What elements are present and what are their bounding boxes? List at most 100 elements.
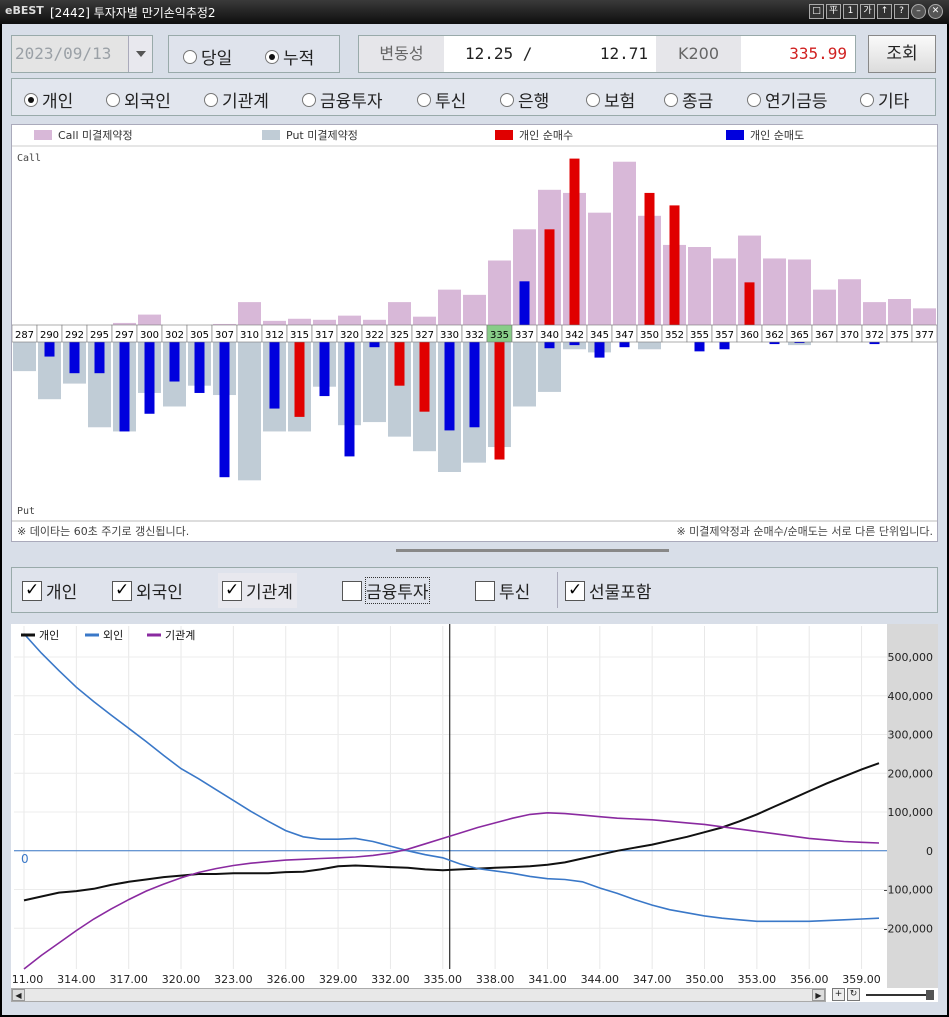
x-tick-label: 359.00 [842, 973, 881, 986]
help-icon[interactable]: ? [894, 4, 909, 19]
radio-wrapper [302, 92, 320, 107]
net-sell-bar [169, 342, 180, 382]
net-sell-bar [69, 342, 80, 374]
call-oi-bar [263, 320, 286, 325]
series-line [23, 811, 880, 970]
toggle-include-futures[interactable]: 선물포함 [565, 578, 652, 603]
y-tick-label: 500,000 [888, 651, 934, 664]
volatility-value: 12.25 / 12.71 [444, 36, 656, 72]
mode-radio-cumulative[interactable]: 누적 [265, 44, 314, 69]
oi-chart-svg: Call 미결제약정 Put 미결제약정 개인 순매수 개인 순매도 Call Put 28… [12, 128, 937, 522]
window-buttons: □ 平 1 가 ↑ ? – ✕ [809, 4, 943, 19]
chevron-down-icon[interactable] [128, 36, 152, 72]
radio-wrapper [106, 92, 124, 107]
put-oi-bar [13, 342, 36, 372]
strike-label: 290 [40, 330, 59, 341]
mode-radio-daily[interactable]: 당일 [183, 44, 232, 69]
y-tick-label: -100,000 [884, 884, 933, 897]
strike-label: 292 [65, 330, 84, 341]
call-oi-bar [363, 319, 386, 325]
investor-radio-0[interactable]: 개인 [24, 87, 73, 112]
investor-radio-1[interactable]: 외국인 [106, 87, 171, 112]
radio-selected-icon [265, 49, 279, 64]
x-tick-label: 353.00 [738, 973, 777, 986]
y-tick-label: 200,000 [888, 767, 934, 780]
call-oi-bar [438, 289, 461, 325]
zoom-in-icon[interactable]: + [832, 988, 845, 1001]
radio-wrapper [417, 92, 435, 107]
net-buy-bar [669, 205, 680, 325]
strike-label: 350 [640, 330, 659, 341]
oi-chart: Call 미결제약정 Put 미결제약정 개인 순매수 개인 순매도 Call Put 28… [11, 124, 938, 542]
net-buy-bar [544, 229, 555, 325]
net-sell-bar [194, 342, 205, 393]
net-sell-bar [869, 342, 880, 345]
strike-label: 342 [565, 330, 584, 341]
checkbox-checked-icon [112, 580, 132, 601]
call-oi-bar [338, 315, 361, 325]
legend-swatch [495, 130, 513, 140]
put-oi-bar [238, 342, 261, 481]
investor-radio-4[interactable]: 투신 [417, 87, 466, 112]
net-sell-bar [544, 342, 555, 349]
strike-label: 287 [15, 330, 34, 341]
volatility-label: 변동성 [359, 36, 444, 72]
restore-icon[interactable]: □ [809, 4, 824, 19]
legend-label: 기관계 [165, 629, 195, 642]
splitter-handle[interactable] [396, 549, 669, 552]
strike-label: 362 [765, 330, 784, 341]
net-sell-bar [619, 342, 630, 348]
y-tick-label: 0 [926, 845, 933, 858]
legend-swatch [34, 130, 52, 140]
investor-radio-7[interactable]: 종금 [664, 87, 713, 112]
x-tick-label: 350.00 [685, 973, 724, 986]
call-oi-bar [288, 318, 311, 325]
strike-label: 330 [440, 330, 459, 341]
x-tick-label: 347.00 [633, 973, 672, 986]
investor-radio-9[interactable]: 기타 [860, 87, 909, 112]
minimize-icon[interactable]: – [911, 4, 926, 19]
net-sell-bar [94, 342, 105, 374]
pin-icon[interactable]: 平 [826, 4, 841, 19]
zoom-slider[interactable] [866, 994, 932, 996]
x-tick-label: 344.00 [581, 973, 620, 986]
investor-radio-3[interactable]: 금융투자 [302, 87, 383, 112]
checkbox-icon [342, 580, 362, 601]
toggle-financial-investment[interactable]: 금융투자 [342, 577, 430, 604]
investor-radio-2[interactable]: 기관계 [204, 87, 269, 112]
zoom-reset-icon[interactable]: ↻ [847, 988, 860, 1001]
query-button[interactable]: 조회 [868, 35, 936, 73]
investor-radio-8[interactable]: 연기금등 [747, 87, 828, 112]
refresh-note: ※ 데이타는 60초 주기로 갱신됩니다. [17, 525, 190, 538]
toggle-individual[interactable]: 개인 [22, 578, 77, 603]
investor-radio-label: 은행 [518, 92, 550, 112]
link-number-icon[interactable]: 1 [843, 4, 858, 19]
x-tick-label: 341.00 [528, 973, 567, 986]
toggle-institution[interactable]: 기관계 [218, 573, 297, 608]
font-size-icon[interactable]: 가 [860, 4, 875, 19]
investor-radio-6[interactable]: 보험 [586, 87, 635, 112]
call-oi-bar [888, 299, 911, 325]
x-tick-label: 329.00 [319, 973, 358, 986]
call-oi-bar [238, 302, 261, 325]
toggle-investment-trust[interactable]: 투신 [475, 578, 530, 603]
zoom-slider-thumb[interactable] [926, 990, 934, 1000]
investor-radio-5[interactable]: 은행 [500, 87, 549, 112]
horizontal-scrollbar[interactable]: ◀ ▶ [11, 988, 826, 1002]
scroll-right-icon[interactable]: ▶ [812, 989, 825, 1001]
toggle-foreign[interactable]: 외국인 [112, 578, 183, 603]
net-buy-bar [294, 342, 305, 417]
net-sell-bar [219, 342, 230, 478]
upload-icon[interactable]: ↑ [877, 4, 892, 19]
call-oi-bar [388, 302, 411, 325]
net-buy-bar [569, 158, 580, 325]
scroll-left-icon[interactable]: ◀ [12, 989, 25, 1001]
strike-label: 325 [390, 330, 409, 341]
date-picker[interactable]: 2023/09/13 [11, 35, 153, 73]
investor-radio-label: 금융투자 [320, 92, 383, 112]
strike-label: 300 [140, 330, 159, 341]
radio-wrapper [747, 92, 765, 107]
toggle-label: 투신 [499, 583, 531, 603]
close-icon[interactable]: ✕ [928, 4, 943, 19]
radio-icon [586, 92, 600, 107]
